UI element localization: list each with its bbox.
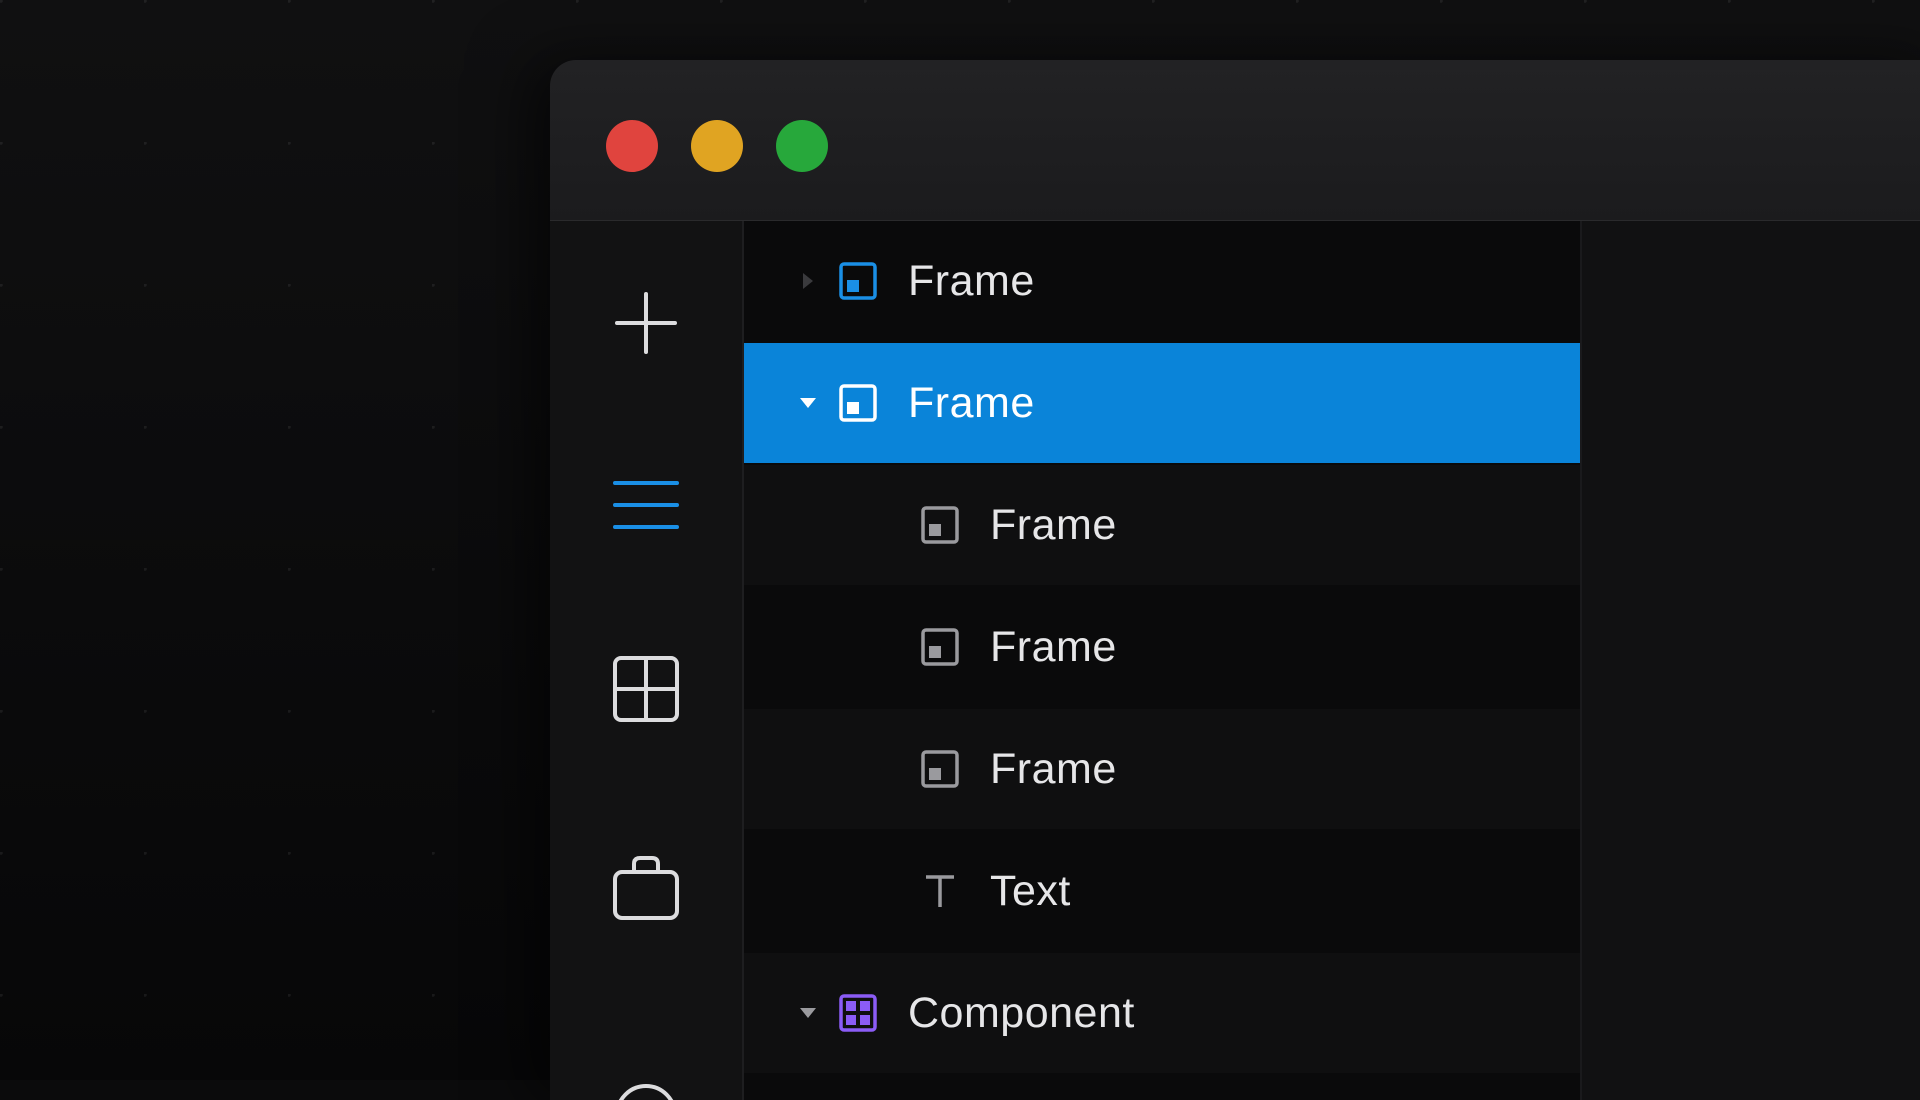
- tool-rail: [550, 221, 744, 1100]
- more-button[interactable]: [608, 1077, 684, 1100]
- layer-label: Frame: [990, 500, 1117, 549]
- layer-label: Text: [990, 866, 1071, 915]
- minimize-window-button[interactable]: [691, 120, 743, 172]
- frame-icon: [838, 383, 878, 423]
- frame-icon: [920, 627, 960, 667]
- layer-row-component[interactable]: Component: [744, 953, 1580, 1073]
- assets-button[interactable]: [608, 651, 684, 727]
- chevron-down-icon[interactable]: [796, 1001, 820, 1025]
- plus-icon: [615, 292, 677, 354]
- layers-icon: [613, 481, 679, 529]
- canvas-area[interactable]: [1580, 221, 1920, 1100]
- component-icon: [838, 993, 878, 1033]
- frame-icon: [920, 505, 960, 545]
- chevron-right-icon[interactable]: [796, 269, 820, 293]
- layer-label: Component: [908, 988, 1135, 1037]
- layer-row-frame-child[interactable]: Frame: [744, 709, 1580, 829]
- layers-button[interactable]: [608, 467, 684, 543]
- circle-icon: [618, 1084, 674, 1100]
- layer-row-frame-child[interactable]: Frame: [744, 465, 1580, 585]
- layer-row-frame-child[interactable]: Frame: [744, 587, 1580, 707]
- layers-panel: Frame Frame Frame Frame Frame Text Compo…: [744, 221, 1580, 1100]
- layer-label: Frame: [908, 378, 1035, 427]
- app-window: Frame Frame Frame Frame Frame Text Compo…: [550, 60, 1920, 1100]
- layer-row-text[interactable]: Text: [744, 831, 1580, 951]
- frame-icon: [920, 749, 960, 789]
- layer-row-frame-selected[interactable]: Frame: [744, 343, 1580, 463]
- text-icon: [920, 871, 960, 911]
- bag-icon: [613, 856, 679, 920]
- layer-label: Frame: [908, 256, 1035, 305]
- frame-icon: [838, 261, 878, 301]
- layer-label: Frame: [990, 744, 1117, 793]
- zoom-window-button[interactable]: [776, 120, 828, 172]
- store-button[interactable]: [608, 849, 684, 925]
- close-window-button[interactable]: [606, 120, 658, 172]
- insert-button[interactable]: [608, 285, 684, 361]
- layer-row-frame[interactable]: Frame: [744, 221, 1580, 341]
- chevron-down-icon[interactable]: [796, 391, 820, 415]
- title-bar: [550, 60, 1920, 221]
- layer-label: Frame: [990, 622, 1117, 671]
- grid-icon: [613, 656, 679, 722]
